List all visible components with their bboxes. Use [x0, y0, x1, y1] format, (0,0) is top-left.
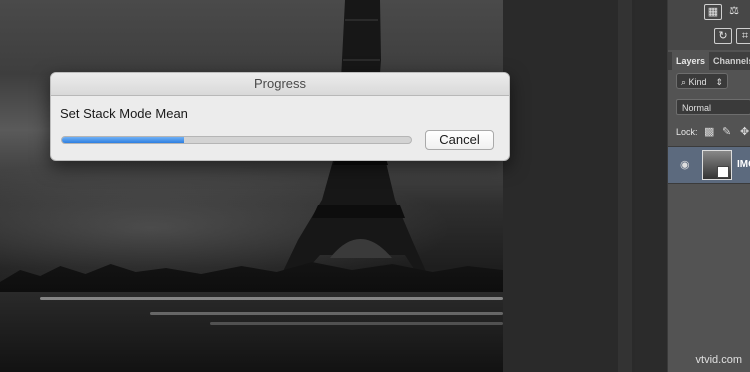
lock-label: Lock:: [676, 127, 698, 137]
layers-panel: ▦ ⚖ ↻ ⌗ Layers Channels ⌕ Kind ⇕ Normal L…: [667, 0, 750, 372]
document-canvas[interactable]: [0, 0, 503, 372]
panel-dock-divider[interactable]: [618, 0, 632, 372]
select-arrows-icon: ⇕: [715, 77, 723, 87]
tab-layers[interactable]: Layers: [672, 52, 710, 70]
layer-filter-select[interactable]: ⌕ Kind ⇕: [676, 73, 728, 89]
dialog-title[interactable]: Progress: [51, 73, 509, 96]
search-filter-icon: ⌕: [681, 77, 689, 87]
light-streak: [210, 322, 503, 325]
eye-icon[interactable]: ◉: [680, 158, 690, 171]
crop-icon[interactable]: ⌗: [736, 28, 750, 44]
light-streak: [40, 297, 503, 300]
smart-object-badge-icon: [717, 166, 729, 178]
swap-icon[interactable]: ↻: [714, 28, 732, 44]
watermark: vtvid.com: [695, 354, 742, 366]
panel-tabs: Layers Channels: [668, 52, 750, 70]
blend-mode-select[interactable]: Normal: [676, 99, 750, 115]
lock-brush-icon[interactable]: ✎: [722, 125, 731, 138]
light-streak: [150, 312, 503, 315]
filter-label: Kind: [688, 77, 707, 87]
tab-channels[interactable]: Channels: [709, 52, 750, 70]
cancel-button[interactable]: Cancel: [425, 130, 494, 150]
scales-icon[interactable]: ⚖: [726, 4, 742, 18]
progress-message: Set Stack Mode Mean: [60, 106, 188, 121]
progress-bar: [61, 136, 412, 144]
lock-move-icon[interactable]: ✥: [740, 125, 749, 138]
layer-row[interactable]: ◉ IMG: [668, 146, 750, 184]
canvas-pasteboard: [503, 0, 635, 372]
progress-bar-fill: [62, 137, 185, 143]
panel-top-toolbar: ▦ ⚖ ↻ ⌗: [668, 0, 750, 50]
river: [0, 292, 503, 372]
lock-transparency-icon[interactable]: ▩: [704, 125, 714, 138]
layer-name[interactable]: IMG: [737, 159, 750, 170]
progress-dialog: Progress Set Stack Mode Mean Cancel: [50, 72, 510, 161]
tool-icon[interactable]: ▦: [704, 4, 722, 20]
